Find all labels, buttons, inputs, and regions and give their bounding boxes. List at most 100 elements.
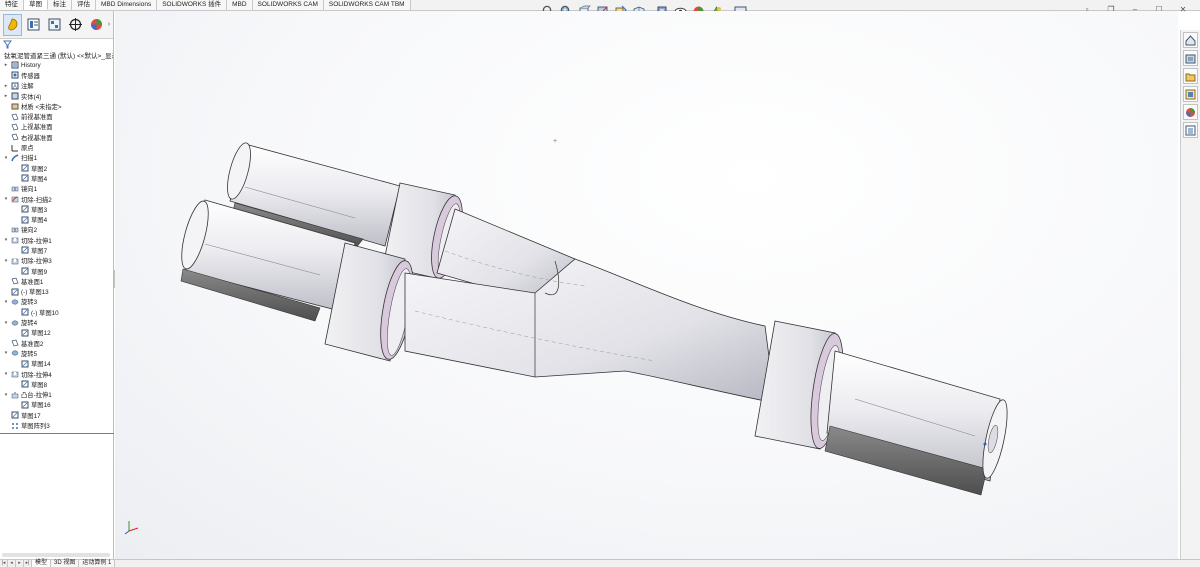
command-tab[interactable]: MBD Dimensions (96, 0, 158, 10)
sketch-icon (20, 174, 29, 182)
tree-item[interactable]: ▸ History (0, 60, 113, 70)
bottom-tab[interactable]: 3D 视图 (51, 560, 80, 567)
command-tab[interactable]: SOLIDWORKS 插件 (157, 0, 228, 10)
tree-item[interactable]: (-) 草图13 (0, 287, 113, 297)
panel-horizontal-scrollbar[interactable] (2, 553, 110, 557)
command-tab[interactable]: 标注 (48, 0, 72, 10)
tree-item-label: 注解 (21, 83, 34, 91)
expand-arrow-icon[interactable]: ▸ (2, 62, 10, 68)
tree-item[interactable]: 前视基准面 (0, 111, 113, 121)
expand-arrow-icon[interactable]: ▾ (2, 155, 10, 161)
tree-item[interactable]: 草图4 (0, 214, 113, 224)
expand-arrow-icon[interactable]: ▾ (2, 196, 10, 202)
tab-prev-icon[interactable]: ◂ (8, 560, 16, 567)
part-model-3d[interactable]: + (115, 11, 1178, 559)
model-view-tabs: |◂ ◂ ▸ ▸| 模型 3D 视图 运动算例 1 (0, 559, 1200, 567)
tree-item[interactable]: ▾ 旋转5 (0, 348, 113, 358)
tree-item[interactable]: 原点 (0, 142, 113, 152)
view-palette-icon[interactable] (1183, 86, 1198, 102)
tree-item-label: (-) 草图10 (31, 309, 59, 317)
bottom-tab[interactable]: 运动算例 1 (79, 560, 116, 567)
tree-item[interactable]: 草图16 (0, 400, 113, 410)
tree-item[interactable]: 草图4 (0, 173, 113, 183)
tree-item[interactable]: 镜向2 (0, 225, 113, 235)
tree-item[interactable]: 草图12 (0, 328, 113, 338)
command-tab[interactable]: 草图 (24, 0, 48, 10)
revolve-icon (10, 298, 19, 306)
tree-item[interactable]: 草图2 (0, 163, 113, 173)
command-tab[interactable]: SOLIDWORKS CAM TBM (323, 0, 411, 10)
tree-item[interactable]: ▸ A 注解 (0, 81, 113, 91)
tree-item[interactable]: ▾ 切除-拉伸1 (0, 235, 113, 245)
tree-item[interactable]: 传感器 (0, 70, 113, 80)
custom-properties-icon[interactable] (1183, 122, 1198, 138)
tree-item[interactable]: ▾ 切除-拉伸3 (0, 256, 113, 266)
expand-arrow-icon[interactable]: ▸ (2, 83, 10, 89)
property-manager-icon[interactable] (24, 14, 43, 36)
tree-item[interactable]: 材质 <未指定> (0, 101, 113, 111)
command-tab[interactable]: SOLIDWORKS CAM (252, 0, 324, 10)
tree-item[interactable]: 基准面2 (0, 338, 113, 348)
expand-arrow-icon[interactable]: ▸ (2, 93, 10, 99)
tree-item[interactable]: ▾ 旋转4 (0, 317, 113, 328)
tree-item[interactable]: 上视基准面 (0, 122, 113, 132)
appearances-icon[interactable] (1183, 104, 1198, 120)
tree-item[interactable]: ▾ 扫描1 (0, 153, 113, 163)
tree-item-label: 切除-拉伸4 (21, 371, 52, 379)
tree-item[interactable]: 草图7 (0, 245, 113, 255)
tab-first-icon[interactable]: |◂ (0, 560, 8, 567)
tree-item[interactable]: 草图3 (0, 204, 113, 214)
command-tab[interactable]: 特征 (0, 0, 24, 10)
graphics-area[interactable]: + (115, 11, 1178, 559)
configuration-manager-icon[interactable] (45, 14, 64, 36)
tree-filter[interactable] (0, 39, 113, 50)
bottom-tab[interactable]: 模型 (32, 560, 52, 567)
tree-root-part[interactable]: 钛氧泥管道紧三通 (默认) <<默认>_显示 (0, 50, 113, 60)
tree-item-label: 右视基准面 (21, 134, 53, 142)
file-explorer-icon[interactable] (1183, 68, 1198, 84)
tree-item[interactable]: (-) 草图10 (0, 307, 113, 317)
tree-item[interactable]: 草图17 (0, 410, 113, 420)
expand-arrow-icon[interactable]: ▾ (2, 258, 10, 264)
tree-item-label: 镜向2 (21, 227, 38, 235)
window-close-icon[interactable]: ✕ (1178, 4, 1188, 14)
tree-item-label: 草图3 (31, 206, 48, 214)
tree-item[interactable]: ▾ 切除-扫描2 (0, 194, 113, 204)
expand-arrow-icon[interactable]: ▾ (2, 320, 10, 326)
expand-arrow-icon[interactable]: ▾ (2, 392, 10, 398)
tree-item[interactable]: 草图9 (0, 266, 113, 276)
expand-arrow-icon[interactable]: ▾ (2, 371, 10, 377)
sketch-icon (20, 380, 29, 388)
expand-arrow-icon[interactable]: ▾ (2, 350, 10, 356)
display-manager-icon[interactable] (87, 14, 106, 36)
tree-item[interactable]: 草图阵列3 (0, 420, 113, 430)
rollback-bar[interactable] (0, 432, 114, 434)
tree-item-label: 草图阵列3 (21, 423, 50, 431)
tree-item[interactable]: ▾ 凸台-拉伸1 (0, 390, 113, 400)
sketch-icon (20, 360, 29, 368)
outlet-pipe[interactable] (824, 350, 1012, 496)
tab-last-icon[interactable]: ▸| (24, 560, 32, 567)
tree-item[interactable]: 草图8 (0, 379, 113, 389)
command-tab[interactable]: 评估 (72, 0, 96, 10)
tree-item[interactable]: 右视基准面 (0, 132, 113, 142)
panel-more-arrow-icon[interactable]: › (108, 21, 110, 28)
expand-arrow-icon[interactable]: ▾ (2, 299, 10, 305)
tree-item[interactable]: 草图14 (0, 359, 113, 369)
tree-item-label: 切除-拉伸3 (21, 258, 52, 266)
feature-manager-icon[interactable] (3, 13, 22, 36)
expand-arrow-icon[interactable]: ▾ (2, 237, 10, 243)
command-tab[interactable]: MBD (227, 0, 253, 10)
tree-item[interactable]: ▾ 旋转3 (0, 297, 113, 307)
tree-item[interactable]: ▸ 实体(4) (0, 91, 113, 101)
tree-item-label: 基准面2 (21, 340, 44, 348)
tree-item-label: 凸台-拉伸1 (21, 392, 52, 400)
tree-item[interactable]: ▾ 切除-拉伸4 (0, 369, 113, 379)
tab-next-icon[interactable]: ▸ (16, 560, 24, 567)
design-library-icon[interactable] (1183, 50, 1198, 66)
solidworks-resources-icon[interactable] (1183, 32, 1198, 48)
dimxpert-icon[interactable] (66, 14, 85, 36)
tree-item[interactable]: 基准面1 (0, 276, 113, 286)
solid-bodies-icon (10, 92, 19, 100)
tree-item[interactable]: 镜向1 (0, 184, 113, 194)
